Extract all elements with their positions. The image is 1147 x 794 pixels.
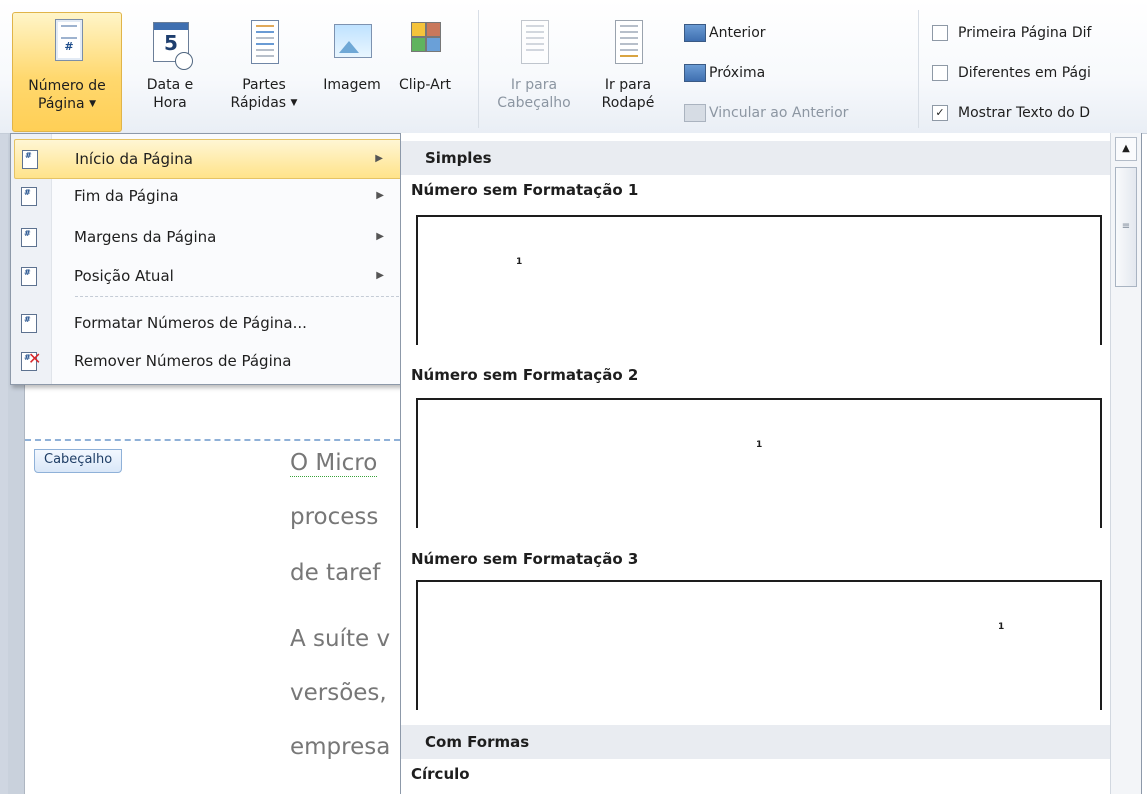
top-of-page-icon xyxy=(22,150,38,169)
bottom-of-page-icon xyxy=(21,187,37,206)
next-section-icon xyxy=(684,64,706,82)
submenu-arrow-icon: ▶ xyxy=(375,153,383,164)
page-margins-icon xyxy=(21,228,37,247)
clip-art-icon xyxy=(405,18,445,68)
group-separator xyxy=(918,10,919,128)
next-button[interactable]: Próxima xyxy=(684,64,765,82)
goto-header-button[interactable]: Ir para Cabeçalho xyxy=(490,12,578,130)
date-time-button[interactable]: 5 Data e Hora xyxy=(142,12,198,130)
link-icon xyxy=(684,104,706,122)
footer-icon xyxy=(608,18,648,68)
gallery-item-label: Número sem Formatação 1 xyxy=(411,181,639,199)
submenu-arrow-icon: ▶ xyxy=(376,190,384,201)
preview-page-number: 1 xyxy=(998,622,1005,632)
body-line[interactable]: versões, xyxy=(290,680,387,706)
header-tag: Cabeçalho xyxy=(34,449,123,473)
gallery-item-plain-number-3[interactable]: 1 xyxy=(416,580,1102,710)
quick-parts-icon xyxy=(244,18,284,68)
gallery-section-header: Com Formas xyxy=(401,725,1110,759)
body-line[interactable]: de taref xyxy=(290,560,380,586)
picture-button[interactable]: Imagem xyxy=(312,12,392,130)
page-number-label-2: Página xyxy=(38,96,85,112)
ribbon: # Número de Página ▼ 5 Data e Hora Parte… xyxy=(0,0,1147,134)
gallery-item-label[interactable]: Círculo xyxy=(411,765,470,783)
previous-button[interactable]: Anterior xyxy=(684,24,766,42)
header-boundary xyxy=(25,439,400,441)
show-document-text-checkbox[interactable]: ✓ Mostrar Texto do D xyxy=(932,104,1090,122)
link-previous-button[interactable]: Vincular ao Anterior xyxy=(684,104,848,122)
menu-separator xyxy=(75,296,399,297)
checkbox-icon xyxy=(932,65,948,81)
clock-icon xyxy=(175,52,193,70)
gallery-item-plain-number-1[interactable]: 1 xyxy=(416,215,1102,345)
menu-item-remove-page-numbers[interactable]: ✕ Remover Números de Página xyxy=(14,342,402,380)
submenu-arrow-icon: ▶ xyxy=(376,231,384,242)
gallery-item-label: Número sem Formatação 2 xyxy=(411,366,639,384)
remove-x-icon: ✕ xyxy=(28,349,42,368)
previous-section-icon xyxy=(684,24,706,42)
page-number-icon: # xyxy=(47,19,87,69)
header-icon xyxy=(514,18,554,68)
menu-item-page-margins[interactable]: Margens da Página ▶ xyxy=(14,218,402,256)
menu-item-top-of-page[interactable]: Início da Página ▶ xyxy=(14,139,402,179)
format-page-numbers-icon xyxy=(21,314,37,333)
page-number-button[interactable]: # Número de Página ▼ xyxy=(12,12,122,132)
page-number-label-1: Número de xyxy=(28,78,106,94)
different-odd-even-checkbox[interactable]: Diferentes em Pági xyxy=(932,64,1091,82)
scrollbar-thumb[interactable]: ≡ xyxy=(1115,167,1137,287)
gallery-scrollbar[interactable]: ▲ ≡ xyxy=(1110,133,1141,794)
clip-art-button[interactable]: Clip-Art xyxy=(394,12,456,130)
calendar-icon: 5 xyxy=(150,18,193,70)
body-line[interactable]: empresa xyxy=(290,734,390,760)
menu-item-bottom-of-page[interactable]: Fim da Página ▶ xyxy=(14,177,402,215)
page-number-menu: Início da Página ▶ Fim da Página ▶ Marge… xyxy=(10,133,406,385)
gallery-section-header: Simples xyxy=(401,141,1110,175)
body-line[interactable]: process xyxy=(290,504,378,530)
dropdown-arrow-icon: ▼ xyxy=(89,99,96,109)
checkmark-icon: ✓ xyxy=(932,105,948,121)
menu-item-format-page-numbers[interactable]: Formatar Números de Página... xyxy=(14,304,402,342)
different-first-page-checkbox[interactable]: Primeira Página Dif xyxy=(932,24,1091,42)
group-separator xyxy=(478,10,479,128)
preview-page-number: 1 xyxy=(756,440,763,450)
menu-item-current-position[interactable]: Posição Atual ▶ xyxy=(14,257,402,295)
quick-parts-button[interactable]: Partes Rápidas ▼ xyxy=(220,12,308,130)
picture-icon xyxy=(332,18,372,68)
checkbox-icon xyxy=(932,25,948,41)
current-position-icon xyxy=(21,267,37,286)
goto-footer-button[interactable]: Ir para Rodapé xyxy=(596,12,660,130)
page-number-gallery: Simples Número sem Formatação 1 1 Número… xyxy=(400,133,1142,794)
preview-page-number: 1 xyxy=(516,257,523,267)
gallery-item-label: Número sem Formatação 3 xyxy=(411,550,639,568)
scroll-up-icon[interactable]: ▲ xyxy=(1115,137,1137,161)
submenu-arrow-icon: ▶ xyxy=(376,270,384,281)
dropdown-arrow-icon: ▼ xyxy=(290,98,298,108)
body-line[interactable]: O Micro xyxy=(290,450,378,477)
gallery-item-plain-number-2[interactable]: 1 xyxy=(416,398,1102,528)
body-line[interactable]: A suíte v xyxy=(290,626,390,652)
